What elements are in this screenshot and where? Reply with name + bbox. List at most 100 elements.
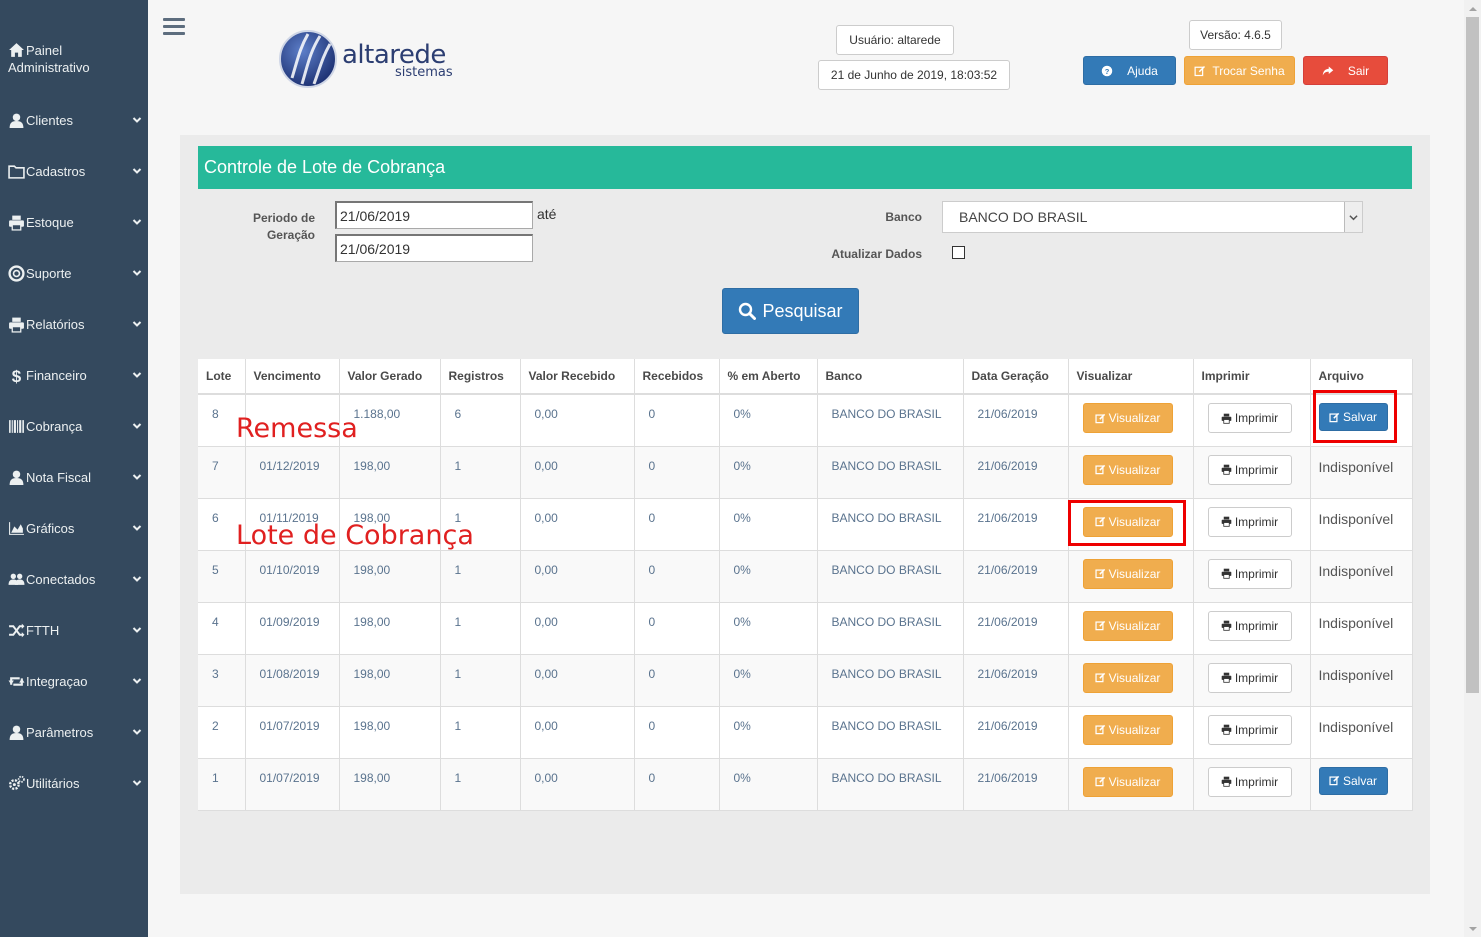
cell-view: Visualizar (1068, 446, 1194, 499)
sidebar-item-utilitarios[interactable]: Utilitários (0, 773, 148, 793)
scroll-up-icon[interactable] (1464, 0, 1481, 17)
print-icon (0, 214, 26, 231)
logout-button[interactable]: Sair (1303, 56, 1388, 85)
save-button-label: Salvar (1342, 773, 1377, 788)
sidebar-item-ftth[interactable]: FTTH (0, 620, 148, 640)
sidebar-item-clientes[interactable]: Clientes (0, 110, 148, 130)
print-button[interactable]: Imprimir (1207, 610, 1292, 641)
cell-print: Imprimir (1193, 706, 1311, 759)
bank-select[interactable]: BANCO DO BRASIL (942, 201, 1363, 233)
date-to-input[interactable]: 21/06/2019 (335, 234, 533, 262)
cell-receb_valor: 0,00 (520, 706, 635, 759)
cell-banco: BANCO DO BRASIL (817, 394, 964, 447)
table-row: 2 01/07/2019 198,00 1 0,00 0 0% BANCO DO BRASIL… (198, 706, 1413, 759)
menu-toggle-button[interactable] (163, 18, 185, 38)
scroll-down-icon[interactable] (1464, 920, 1481, 937)
sidebar-item-label: Painel (26, 43, 63, 58)
sidebar-item-nota-fiscal[interactable]: Nota Fiscal (0, 467, 148, 487)
sidebar-item-estoque[interactable]: Estoque (0, 212, 148, 232)
table-row: 5 01/10/2019 198,00 1 0,00 0 0% BANCO DO BRASIL… (198, 550, 1413, 603)
cell-aberto: 0% (719, 550, 818, 603)
logout-label: Sair (1347, 63, 1370, 78)
cell-receb_valor: 0,00 (520, 394, 635, 447)
chevron-down-icon (126, 319, 148, 329)
share-arrow-icon (1322, 66, 1334, 75)
update-data-checkbox[interactable] (952, 246, 965, 259)
cell-valor: 198,00 (339, 706, 441, 759)
cell-view: Visualizar (1068, 758, 1194, 811)
chevron-down-icon (126, 115, 148, 125)
sidebar-item-parametros[interactable]: Parâmetros (0, 722, 148, 742)
sidebar-item-conectados[interactable]: Conectados (0, 569, 148, 589)
cell-banco: BANCO DO BRASIL (817, 758, 964, 811)
sidebar-item-label: Gráficos (26, 520, 75, 536)
cell-receb: 0 (634, 758, 720, 811)
print-button[interactable]: Imprimir (1207, 662, 1292, 693)
update-data-label: Atualizar Dados (831, 247, 922, 261)
sidebar-item-integracao[interactable]: Integraçao (0, 671, 148, 691)
sidebar-item-painel[interactable]: Painel Administrativo (0, 42, 148, 76)
sidebar-item-financeiro[interactable]: $ Financeiro (0, 365, 148, 385)
sidebar-item-cadastros[interactable]: Cadastros (0, 161, 148, 181)
scrollbar-thumb[interactable] (1466, 17, 1479, 693)
view-button[interactable]: Visualizar (1082, 558, 1173, 589)
area-chart-icon (0, 520, 26, 537)
print-icon (1221, 568, 1232, 579)
cell-receb_valor: 0,00 (520, 550, 635, 603)
cell-lote: 2 (198, 706, 246, 759)
search-button[interactable]: Pesquisar (722, 288, 859, 334)
view-button[interactable]: Visualizar (1082, 662, 1173, 693)
date-from-input[interactable]: 21/06/2019 (335, 201, 533, 229)
sidebar-item-label: Conectados (26, 571, 96, 587)
cell-data: 21/06/2019 (963, 602, 1069, 655)
cell-file-unavailable: Indisponível (1310, 706, 1413, 759)
print-button[interactable]: Imprimir (1207, 714, 1292, 745)
chevron-down-icon (1344, 202, 1362, 232)
column-header: Arquivo (1310, 359, 1413, 395)
view-button[interactable]: Visualizar (1082, 403, 1173, 433)
cell-print: Imprimir (1193, 394, 1311, 447)
cell-valor: 198,00 (339, 446, 441, 499)
chevron-down-icon (126, 370, 148, 380)
annotation-box-save (1313, 390, 1397, 443)
cell-aberto: 0% (719, 394, 818, 447)
print-button[interactable]: Imprimir (1207, 766, 1292, 797)
print-icon (1221, 464, 1232, 475)
view-button-label: Visualizar (1108, 670, 1161, 685)
lifebuoy-icon (0, 264, 26, 282)
dollar-icon: $ (0, 367, 26, 384)
period-label-line: Periodo de (252, 211, 315, 225)
edit-icon (1095, 672, 1105, 683)
cell-data: 21/06/2019 (963, 706, 1069, 759)
sidebar-item-label: Integraçao (26, 673, 88, 689)
print-button[interactable]: Imprimir (1207, 403, 1292, 433)
sidebar-item-label: Cadastros (26, 163, 86, 179)
print-button[interactable]: Imprimir (1207, 558, 1292, 589)
print-icon (1221, 413, 1232, 424)
view-button[interactable]: Visualizar (1082, 610, 1173, 641)
view-button-label: Visualizar (1108, 462, 1161, 477)
sidebar-item-suporte[interactable]: Suporte (0, 263, 148, 283)
print-button[interactable]: Imprimir (1207, 454, 1292, 485)
page-scrollbar[interactable] (1464, 0, 1481, 937)
sidebar-item-cobranca[interactable]: Cobrança (0, 416, 148, 436)
view-button[interactable]: Visualizar (1082, 454, 1173, 485)
edit-icon (1095, 776, 1105, 787)
sidebar-item-relatorios[interactable]: Relatórios (0, 314, 148, 334)
user-icon (0, 469, 26, 486)
print-icon (1221, 672, 1232, 683)
cell-venc: 01/12/2019 (245, 446, 340, 499)
help-button[interactable]: ? Ajuda (1083, 56, 1176, 85)
save-button[interactable]: Salvar (1318, 766, 1388, 795)
cell-receb_valor: 0,00 (520, 758, 635, 811)
change-password-button[interactable]: Trocar Senha (1184, 56, 1295, 85)
print-button[interactable]: Imprimir (1207, 506, 1292, 537)
cell-receb_valor: 0,00 (520, 602, 635, 655)
table-row: 8 1.188,00 6 0,00 0 0% BANCO DO BRASIL 21/06/20… (198, 394, 1413, 447)
view-button[interactable]: Visualizar (1082, 714, 1173, 745)
view-button[interactable]: Visualizar (1082, 766, 1173, 797)
cell-venc: 01/09/2019 (245, 602, 340, 655)
sidebar-item-graficos[interactable]: Gráficos (0, 518, 148, 538)
cell-valor: 198,00 (339, 758, 441, 811)
cell-reg: 1 (440, 706, 521, 759)
